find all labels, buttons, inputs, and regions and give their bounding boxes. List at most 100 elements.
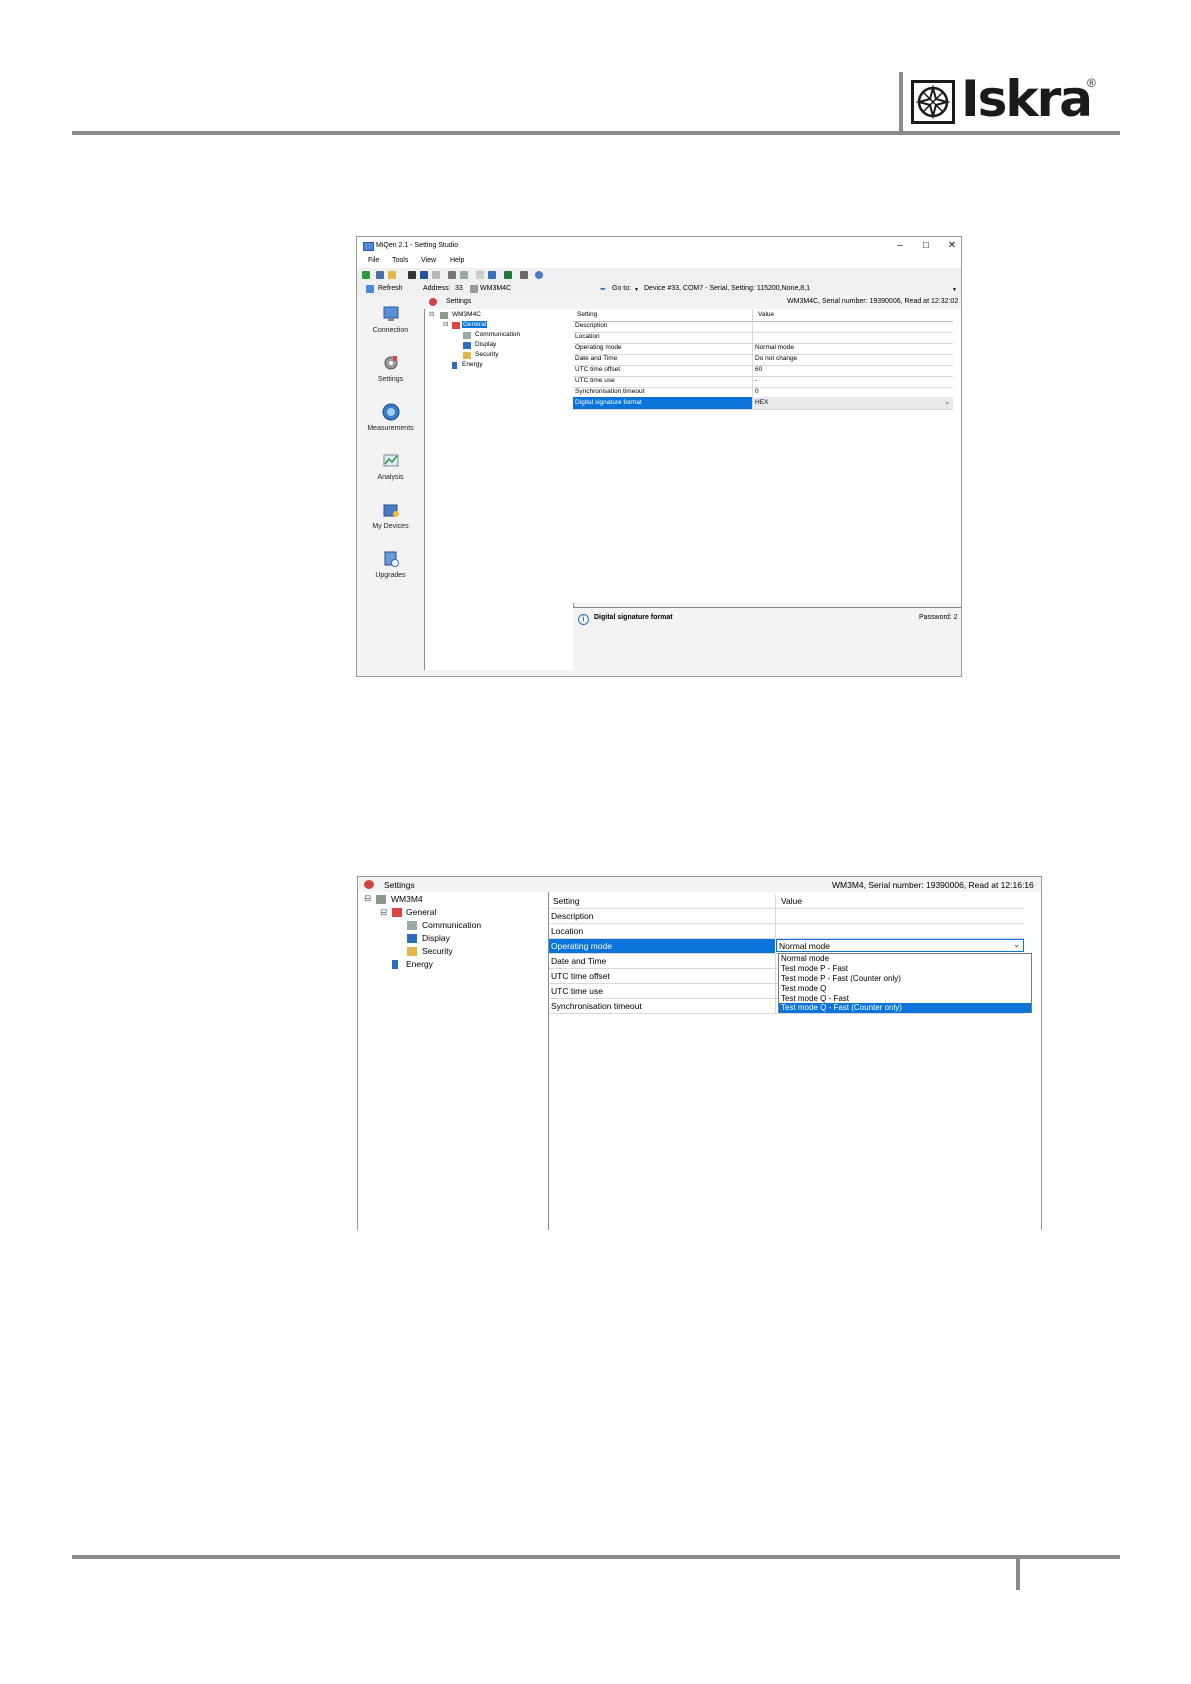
tree-node-communication[interactable]: Communication bbox=[422, 920, 481, 930]
goto-dropdown-icon[interactable]: ▼ bbox=[634, 287, 639, 293]
tag-icon[interactable] bbox=[488, 271, 496, 279]
logo-emblem-icon bbox=[911, 80, 955, 124]
setting-studio-window: MiQen 2.1 - Setting Studio – ☐ ✕ File To… bbox=[356, 236, 962, 677]
connection-info: Device #33, COM7 - Serial, Setting: 1152… bbox=[644, 285, 811, 292]
table-row[interactable]: Location bbox=[549, 924, 1024, 939]
minimize-button[interactable]: – bbox=[889, 239, 911, 253]
navigation-panel: Connection Settings Measurements Analysi… bbox=[357, 296, 424, 676]
close-button[interactable]: ✕ bbox=[941, 239, 961, 253]
tree-node-communication[interactable]: Communication bbox=[475, 331, 520, 338]
general-tree-icon bbox=[452, 322, 460, 329]
analysis-icon bbox=[383, 454, 399, 467]
address-value[interactable]: 33 bbox=[455, 285, 463, 292]
logo-registered-mark: ® bbox=[1087, 76, 1096, 90]
column-setting-header: Setting bbox=[553, 896, 580, 906]
display-tree-icon bbox=[463, 342, 471, 349]
security-lock-icon bbox=[407, 947, 417, 956]
table-row[interactable]: Description bbox=[549, 909, 1024, 924]
measurements-icon bbox=[382, 403, 400, 421]
tree-collapse-general-icon[interactable]: ⊟ bbox=[443, 320, 448, 328]
connection-dropdown-icon[interactable]: ▼ bbox=[952, 287, 957, 293]
communication-tree-icon bbox=[407, 921, 417, 930]
nav-analysis[interactable]: Analysis bbox=[357, 451, 424, 495]
device-read-info: WM3M4, Serial number: 19390006, Read at … bbox=[832, 880, 1034, 890]
settings-icon bbox=[384, 356, 398, 370]
zoom-icon[interactable] bbox=[460, 271, 468, 279]
option-test-mode-p-fast[interactable]: Test mode P - Fast bbox=[779, 964, 1031, 974]
column-setting-header: Setting bbox=[577, 311, 598, 318]
table-row-selected[interactable]: Digital signature format HEX ⌄ bbox=[573, 397, 953, 410]
tree-node-general[interactable]: General bbox=[462, 321, 488, 328]
operating-mode-select[interactable]: Normal mode ⌄ bbox=[776, 939, 1024, 952]
security-lock-icon bbox=[463, 352, 471, 359]
tree-collapse-icon[interactable]: ⊟ bbox=[429, 310, 434, 318]
settings-header-icon bbox=[364, 880, 374, 889]
nav-connection[interactable]: Connection bbox=[357, 304, 424, 348]
menu-file[interactable]: File bbox=[368, 257, 379, 264]
refresh-button[interactable]: Refresh bbox=[378, 285, 403, 292]
option-test-mode-p-fast-counter[interactable]: Test mode P - Fast (Counter only) bbox=[779, 974, 1031, 984]
help-icon[interactable] bbox=[535, 271, 543, 279]
settings-header: Settings WM3M4C, Serial number: 19390006… bbox=[424, 296, 961, 310]
maximize-button[interactable]: ☐ bbox=[915, 239, 937, 253]
nav-settings[interactable]: Settings bbox=[357, 353, 424, 397]
print-icon[interactable] bbox=[376, 271, 384, 279]
energy-tree-icon bbox=[452, 362, 457, 369]
open-folder-icon[interactable] bbox=[388, 271, 396, 279]
nav-my-devices[interactable]: My Devices bbox=[357, 500, 424, 544]
option-test-mode-q[interactable]: Test mode Q bbox=[779, 984, 1031, 994]
save-icon[interactable] bbox=[420, 271, 428, 279]
monitor-icon[interactable] bbox=[504, 271, 512, 279]
chevron-down-icon[interactable]: ⌄ bbox=[944, 398, 950, 406]
window-title: MiQen 2.1 - Setting Studio bbox=[376, 242, 459, 249]
footer-rule bbox=[72, 1555, 1120, 1559]
tree-collapse-icon[interactable]: ⊟ bbox=[364, 893, 371, 904]
grid-header-row: Setting Value bbox=[549, 894, 1024, 909]
tools-icon[interactable] bbox=[520, 271, 528, 279]
password-level: Password: 2 bbox=[919, 614, 958, 621]
option-normal-mode[interactable]: Normal mode bbox=[779, 954, 1031, 964]
column-value-header: Value bbox=[781, 896, 803, 906]
nav-measurements[interactable]: Measurements bbox=[357, 402, 424, 446]
new-icon[interactable] bbox=[362, 271, 370, 279]
tree-node-root[interactable]: WM3M4 bbox=[391, 894, 423, 904]
menu-help[interactable]: Help bbox=[450, 257, 464, 264]
tree-node-security[interactable]: Security bbox=[422, 946, 453, 956]
tree-node-display[interactable]: Display bbox=[422, 933, 450, 943]
nav-upgrades[interactable]: Upgrades bbox=[357, 549, 424, 593]
upgrades-icon bbox=[384, 551, 399, 567]
menu-tools[interactable]: Tools bbox=[392, 257, 408, 264]
settings-tree: ⊟ WM3M4C ⊟ General Communication Display… bbox=[424, 309, 574, 670]
tree-node-general[interactable]: General bbox=[406, 907, 436, 917]
tree-node-display[interactable]: Display bbox=[475, 341, 496, 348]
clipboard-icon[interactable] bbox=[476, 271, 484, 279]
tree-node-energy[interactable]: Energy bbox=[462, 361, 483, 368]
goto-label[interactable]: Go to: bbox=[612, 285, 631, 292]
tree-node-energy[interactable]: Energy bbox=[406, 959, 433, 969]
settings-grid: Setting Value Description Location Opera… bbox=[573, 309, 961, 603]
settings-header-title: Settings bbox=[384, 880, 415, 890]
menu-view[interactable]: View bbox=[421, 257, 436, 264]
energy-tree-icon bbox=[392, 960, 398, 969]
iskra-logo: Iskra ® bbox=[911, 70, 1101, 128]
digital-signature-format-value[interactable]: HEX bbox=[755, 399, 768, 406]
tree-node-security[interactable]: Security bbox=[475, 351, 498, 358]
tree-node-root[interactable]: WM3M4C bbox=[452, 311, 481, 318]
info-icon: i bbox=[578, 614, 589, 625]
goto-arrow-icon: ➦ bbox=[600, 286, 606, 293]
device-tree-icon bbox=[376, 895, 386, 904]
tree-collapse-general-icon[interactable]: ⊟ bbox=[380, 907, 387, 918]
copy-icon[interactable] bbox=[432, 271, 440, 279]
print-preview-icon[interactable] bbox=[448, 271, 456, 279]
chevron-down-icon[interactable]: ⌄ bbox=[1013, 940, 1020, 949]
refresh-icon[interactable] bbox=[366, 285, 374, 293]
window-title-bar: MiQen 2.1 - Setting Studio – ☐ ✕ bbox=[357, 237, 961, 255]
device-read-info: WM3M4C, Serial number: 19390006, Read at… bbox=[787, 298, 959, 305]
table-row-selected[interactable]: Operating mode Normal mode ⌄ bbox=[549, 939, 1024, 954]
my-devices-icon bbox=[383, 504, 399, 517]
general-tree-icon bbox=[392, 908, 402, 917]
settings-header: Settings WM3M4, Serial number: 19390006,… bbox=[358, 877, 1041, 893]
device-icon bbox=[470, 285, 478, 293]
option-test-mode-q-fast-counter[interactable]: Test mode Q - Fast (Counter only) bbox=[779, 1003, 1031, 1013]
read-icon[interactable] bbox=[408, 271, 416, 279]
